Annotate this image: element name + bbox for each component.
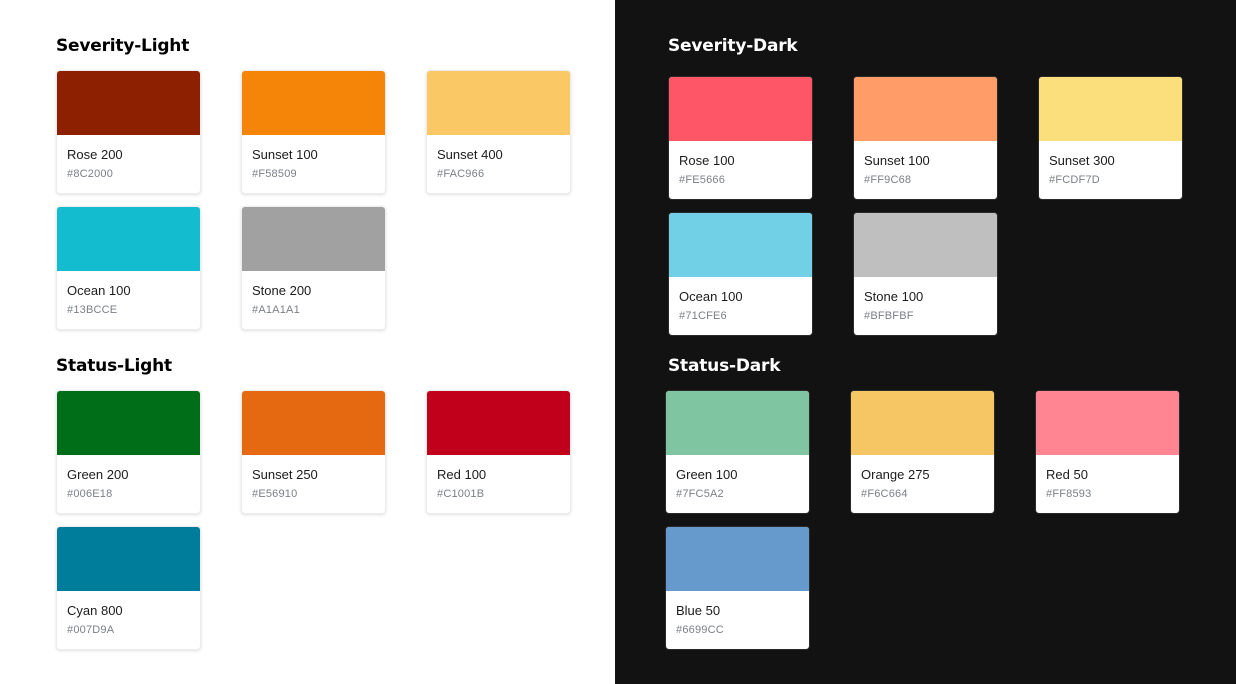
color-card-red-100[interactable]: Red 100 #C1001B xyxy=(426,390,571,514)
color-hex: #FE5666 xyxy=(679,174,726,186)
color-swatch xyxy=(666,391,809,455)
color-card-green-100[interactable]: Green 100 #7FC5A2 xyxy=(665,390,810,514)
color-hex: #006E18 xyxy=(67,488,113,500)
dark-palette-panel: Severity-Dark Rose 100 #FE5666 Sunset 10… xyxy=(615,0,1236,684)
color-hex: #E56910 xyxy=(252,488,298,500)
color-card-sunset-100[interactable]: Sunset 100 #F58509 xyxy=(241,70,386,194)
severity-dark-title: Severity-Dark xyxy=(668,36,798,56)
color-swatch xyxy=(851,391,994,455)
color-swatch xyxy=(242,391,385,455)
color-name: Sunset 250 xyxy=(252,467,318,482)
color-name: Stone 100 xyxy=(864,289,924,304)
color-swatch xyxy=(57,71,200,135)
color-card-red-50[interactable]: Red 50 #FF8593 xyxy=(1035,390,1180,514)
color-card-stone-200[interactable]: Stone 200 #A1A1A1 xyxy=(241,206,386,330)
color-name: Green 200 xyxy=(67,467,129,482)
color-name: Red 50 xyxy=(1046,467,1088,482)
color-hex: #7FC5A2 xyxy=(676,488,724,500)
light-palette-panel: Severity-Light Rose 200 #8C2000 Sunset 1… xyxy=(0,0,615,684)
color-card-ocean-100[interactable]: Ocean 100 #13BCCE xyxy=(56,206,201,330)
color-swatch xyxy=(666,527,809,591)
color-swatch xyxy=(57,527,200,591)
color-swatch xyxy=(1039,77,1182,141)
color-hex: #A1A1A1 xyxy=(252,304,300,316)
color-card-sunset-250[interactable]: Sunset 250 #E56910 xyxy=(241,390,386,514)
color-card-blue-50[interactable]: Blue 50 #6699CC xyxy=(665,526,810,650)
color-name: Rose 200 xyxy=(67,147,123,162)
color-swatch xyxy=(854,213,997,277)
color-card-sunset-300[interactable]: Sunset 300 #FCDF7D xyxy=(1038,76,1183,200)
color-name: Ocean 100 xyxy=(67,283,131,298)
color-card-orange-275[interactable]: Orange 275 #F6C664 xyxy=(850,390,995,514)
color-swatch xyxy=(427,391,570,455)
color-swatch xyxy=(854,77,997,141)
color-hex: #6699CC xyxy=(676,624,724,636)
color-card-sunset-400[interactable]: Sunset 400 #FAC966 xyxy=(426,70,571,194)
color-swatch xyxy=(242,71,385,135)
status-dark-title: Status-Dark xyxy=(668,356,781,376)
color-name: Stone 200 xyxy=(252,283,312,298)
color-card-ocean-100[interactable]: Ocean 100 #71CFE6 xyxy=(668,212,813,336)
color-hex: #FF9C68 xyxy=(864,174,912,186)
color-hex: #8C2000 xyxy=(67,168,114,180)
color-hex: #F58509 xyxy=(252,168,297,180)
color-card-stone-100[interactable]: Stone 100 #BFBFBF xyxy=(853,212,998,336)
color-name: Sunset 300 xyxy=(1049,153,1115,168)
color-swatch xyxy=(669,77,812,141)
severity-light-title: Severity-Light xyxy=(56,36,190,56)
color-hex: #C1001B xyxy=(437,488,485,500)
color-name: Blue 50 xyxy=(676,603,721,618)
color-name: Sunset 100 xyxy=(864,153,930,168)
color-name: Cyan 800 xyxy=(67,603,123,618)
color-name: Sunset 400 xyxy=(437,147,503,162)
color-card-rose-100[interactable]: Rose 100 #FE5666 xyxy=(668,76,813,200)
color-swatch xyxy=(427,71,570,135)
color-swatch xyxy=(57,207,200,271)
color-card-cyan-800[interactable]: Cyan 800 #007D9A xyxy=(56,526,201,650)
color-name: Red 100 xyxy=(437,467,487,482)
color-name: Ocean 100 xyxy=(679,289,743,304)
color-name: Rose 100 xyxy=(679,153,735,168)
color-hex: #13BCCE xyxy=(67,304,118,316)
color-hex: #FF8593 xyxy=(1046,488,1092,500)
color-name: Orange 275 xyxy=(861,467,930,482)
color-card-green-200[interactable]: Green 200 #006E18 xyxy=(56,390,201,514)
color-hex: #BFBFBF xyxy=(864,310,914,322)
color-name: Sunset 100 xyxy=(252,147,318,162)
color-swatch xyxy=(57,391,200,455)
color-card-rose-200[interactable]: Rose 200 #8C2000 xyxy=(56,70,201,194)
color-hex: #FCDF7D xyxy=(1049,174,1100,186)
color-name: Green 100 xyxy=(676,467,738,482)
color-card-sunset-100[interactable]: Sunset 100 #FF9C68 xyxy=(853,76,998,200)
color-hex: #71CFE6 xyxy=(679,310,727,322)
color-swatch xyxy=(1036,391,1179,455)
color-hex: #FAC966 xyxy=(437,168,485,180)
status-light-title: Status-Light xyxy=(56,356,172,376)
color-swatch xyxy=(669,213,812,277)
color-hex: #007D9A xyxy=(67,624,115,636)
color-swatch xyxy=(242,207,385,271)
color-hex: #F6C664 xyxy=(861,488,908,500)
